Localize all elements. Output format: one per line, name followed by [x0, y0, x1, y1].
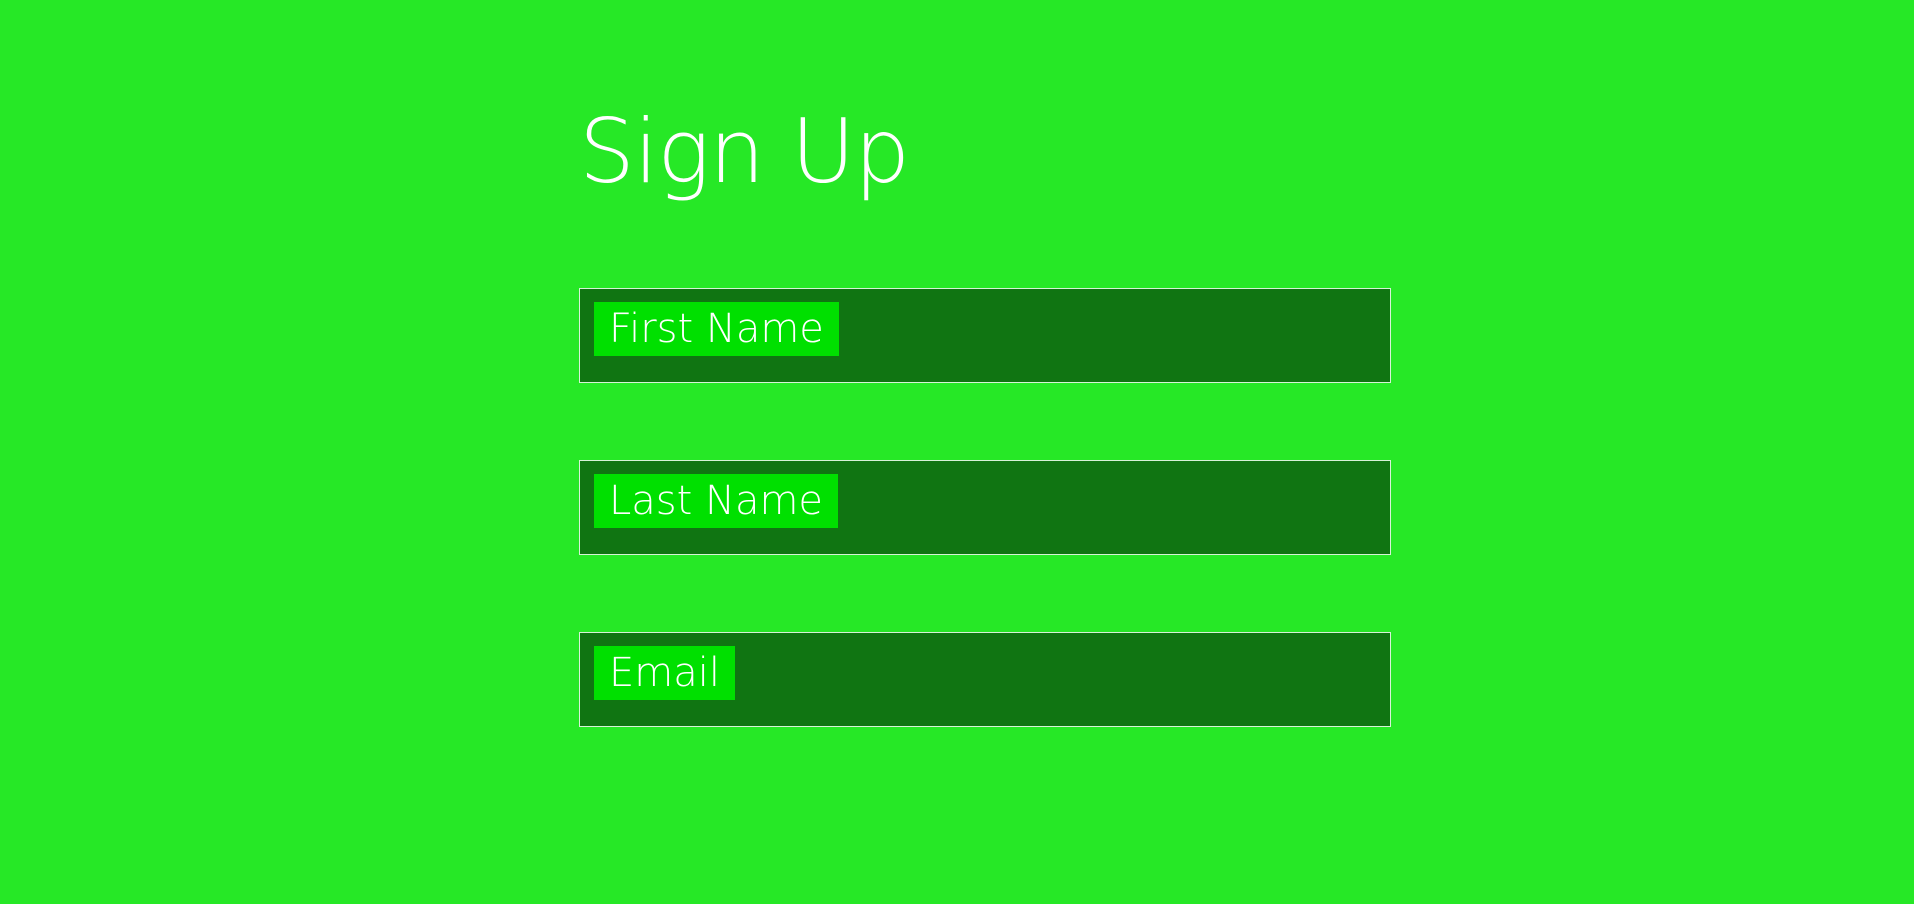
last-name-field[interactable]: Last Name [579, 460, 1391, 555]
email-label: Email [594, 646, 735, 700]
page-title: Sign Up [579, 100, 910, 203]
last-name-label: Last Name [594, 474, 839, 528]
first-name-label: First Name [594, 302, 839, 356]
email-field[interactable]: Email [579, 632, 1391, 727]
first-name-field[interactable]: First Name [579, 288, 1391, 383]
